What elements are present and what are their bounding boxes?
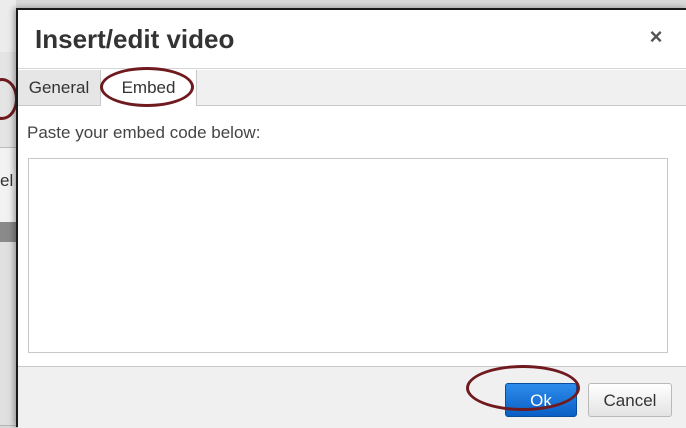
- ok-button[interactable]: Ok: [505, 383, 577, 417]
- embed-panel: Paste your embed code below:: [18, 106, 686, 364]
- dialog-footer: Ok Cancel: [18, 366, 686, 428]
- tab-bar: General Embed: [18, 70, 686, 106]
- insert-edit-video-dialog: Insert/edit video × General Embed Paste …: [16, 8, 686, 428]
- embed-code-textarea[interactable]: [28, 158, 668, 353]
- background-window: [0, 0, 16, 426]
- background-panel: [0, 222, 16, 243]
- dialog-titlebar: Insert/edit video ×: [18, 10, 686, 69]
- cancel-button[interactable]: Cancel: [588, 383, 672, 417]
- tab-general[interactable]: General: [18, 70, 101, 105]
- background-partial-text: el: [0, 171, 14, 190]
- embed-code-label: Paste your embed code below:: [27, 123, 261, 142]
- dialog-title: Insert/edit video: [35, 24, 235, 54]
- background-panel: [0, 242, 16, 426]
- tab-embed[interactable]: Embed: [101, 70, 197, 106]
- background-panel: [0, 0, 16, 53]
- close-icon[interactable]: ×: [646, 26, 666, 48]
